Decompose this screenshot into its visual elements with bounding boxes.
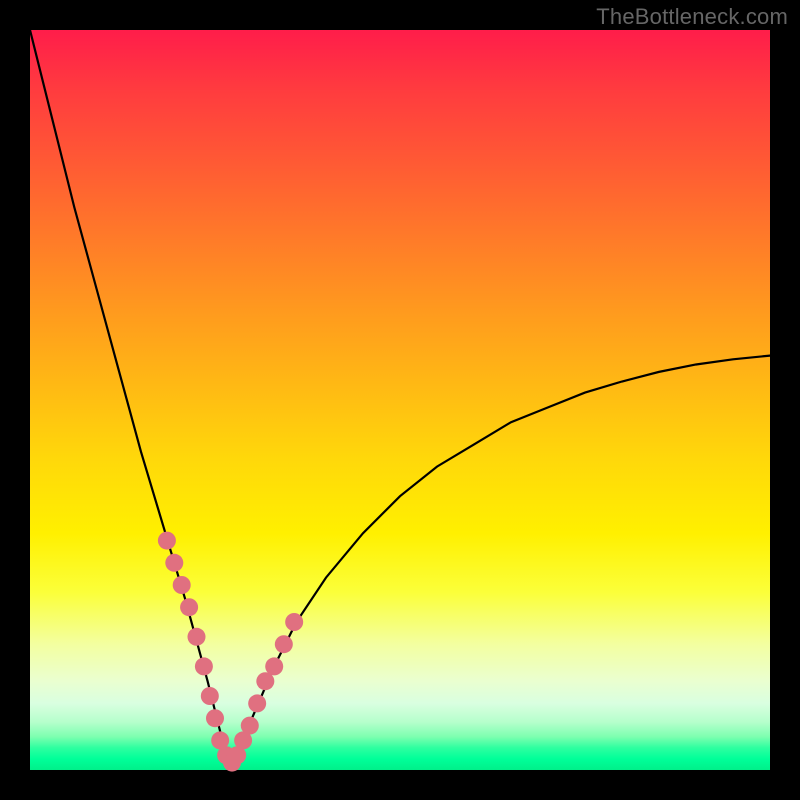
marker-dot xyxy=(248,694,266,712)
bottleneck-curve xyxy=(30,30,770,763)
marker-dot xyxy=(180,598,198,616)
chart-frame: TheBottleneck.com xyxy=(0,0,800,800)
marker-dot xyxy=(241,717,259,735)
marker-dot xyxy=(173,576,191,594)
marker-dot xyxy=(165,554,183,572)
marker-dot xyxy=(195,657,213,675)
marker-dot xyxy=(158,532,176,550)
marker-dot xyxy=(265,657,283,675)
marker-dot xyxy=(206,709,224,727)
marker-dot xyxy=(201,687,219,705)
plot-area xyxy=(30,30,770,770)
watermark-text: TheBottleneck.com xyxy=(596,4,788,30)
marker-group xyxy=(158,532,303,772)
curve-layer xyxy=(30,30,770,770)
marker-dot xyxy=(188,628,206,646)
marker-dot xyxy=(275,635,293,653)
marker-dot xyxy=(285,613,303,631)
